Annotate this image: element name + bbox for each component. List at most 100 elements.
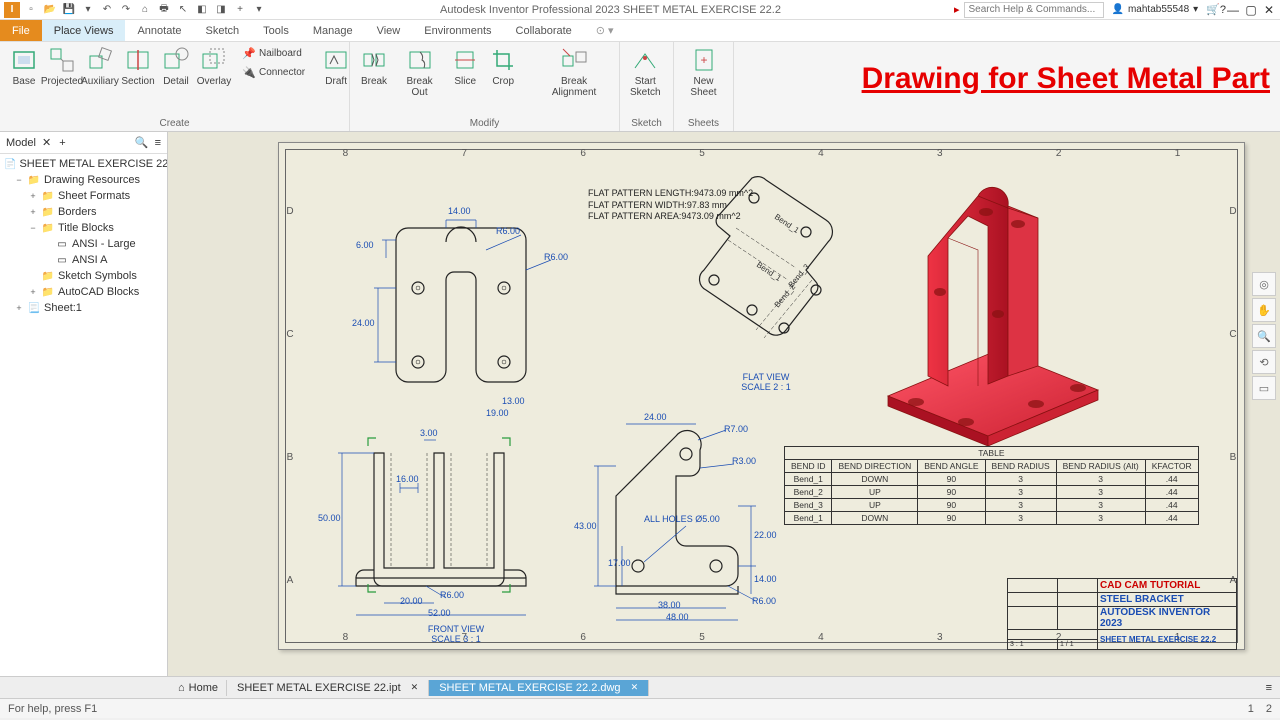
appearance-icon[interactable]: ◨ bbox=[213, 2, 229, 18]
undo-icon[interactable]: ↶ bbox=[99, 2, 115, 18]
new-sheet-button[interactable]: +New Sheet bbox=[680, 44, 727, 100]
start-sketch-button[interactable]: Start Sketch bbox=[626, 44, 665, 100]
select-icon[interactable]: ↖ bbox=[175, 2, 191, 18]
dim-24: 24.00 bbox=[352, 318, 375, 328]
tb-scale: 3 : 1 bbox=[1008, 640, 1058, 650]
tab-environments[interactable]: Environments bbox=[412, 20, 503, 41]
print-icon[interactable]: 🖶 bbox=[156, 2, 172, 18]
new-icon[interactable]: ▫ bbox=[23, 2, 39, 18]
drawing-canvas[interactable]: 87654321 87654321 DCBA DCBA FLAT PATTERN… bbox=[168, 132, 1280, 676]
tree-ansi-large[interactable]: ▭ANSI - Large bbox=[0, 236, 167, 252]
side-view[interactable]: 24.00 R7.00 R3.00 43.00 17.00 22.00 14.0… bbox=[566, 406, 796, 626]
expand-icon[interactable]: + bbox=[28, 207, 38, 217]
more-icon[interactable]: ▾ bbox=[251, 2, 267, 18]
expand-icon[interactable]: + bbox=[28, 191, 38, 201]
tree-autocad-blocks[interactable]: +📁AutoCAD Blocks bbox=[0, 284, 167, 300]
title-bar: I ▫ 📂 💾 ▾ ↶ ↷ ⌂ 🖶 ↖ ◧ ◨ + ▾ Autodesk Inv… bbox=[0, 0, 1280, 20]
lookat-icon[interactable]: ▭ bbox=[1252, 376, 1276, 400]
th-bend-radius: BEND RADIUS bbox=[985, 460, 1056, 473]
home-icon[interactable]: ⌂ bbox=[137, 2, 153, 18]
tree-sheet1[interactable]: +📃Sheet:1 bbox=[0, 300, 167, 316]
doc-tab-ipt[interactable]: SHEET METAL EXERCISE 22.ipt✕ bbox=[227, 680, 429, 696]
tb-part: STEEL BRACKET bbox=[1098, 593, 1237, 607]
tabs-menu-icon[interactable]: ≡ bbox=[1266, 682, 1272, 694]
collapse-icon[interactable]: − bbox=[14, 175, 24, 185]
document-tabs: ⌂Home SHEET METAL EXERCISE 22.ipt✕ SHEET… bbox=[0, 676, 1280, 698]
menu-icon[interactable]: ≡ bbox=[155, 137, 161, 149]
isometric-render[interactable] bbox=[868, 166, 1108, 446]
draft-view-button[interactable]: Draft bbox=[318, 44, 354, 89]
dim-22: 22.00 bbox=[754, 530, 777, 540]
tab-end[interactable]: ⊙ ▾ bbox=[584, 20, 626, 41]
tab-manage[interactable]: Manage bbox=[301, 20, 365, 41]
overlay-view-button[interactable]: Overlay bbox=[196, 44, 232, 89]
tree-root[interactable]: 📄SHEET METAL EXERCISE 22.2 bbox=[0, 156, 167, 172]
th-bend-radius-alt: BEND RADIUS (Alt) bbox=[1056, 460, 1145, 473]
plus-icon[interactable]: + bbox=[232, 2, 248, 18]
material-icon[interactable]: ◧ bbox=[194, 2, 210, 18]
expand-icon[interactable]: + bbox=[14, 303, 24, 313]
save-icon[interactable]: 💾 bbox=[61, 2, 77, 18]
pan-icon[interactable]: ✋ bbox=[1252, 298, 1276, 322]
tree-borders[interactable]: +📁Borders bbox=[0, 204, 167, 220]
tab-place-views[interactable]: Place Views bbox=[42, 20, 126, 41]
close-icon[interactable]: ✕ bbox=[411, 682, 419, 693]
tb-sheetno: 1 / 1 bbox=[1058, 640, 1098, 650]
tab-file[interactable]: File bbox=[0, 20, 42, 41]
status-help: For help, press F1 bbox=[8, 703, 97, 715]
nailboard-button[interactable]: 📌Nailboard bbox=[238, 44, 308, 62]
dim-r6c: R6.00 bbox=[440, 590, 464, 600]
flat-view[interactable]: Bend_1 Bend_1 Bend_3 Bend_2 bbox=[656, 170, 876, 390]
open-icon[interactable]: 📂 bbox=[42, 2, 58, 18]
zoom-icon[interactable]: 🔍 bbox=[1252, 324, 1276, 348]
close-button[interactable]: ✕ bbox=[1262, 3, 1276, 17]
home-tab[interactable]: ⌂Home bbox=[170, 680, 227, 696]
auxiliary-view-button[interactable]: Auxiliary bbox=[82, 44, 118, 89]
projected-view-button[interactable]: Projected bbox=[44, 44, 80, 89]
tab-tools[interactable]: Tools bbox=[251, 20, 301, 41]
tab-annotate[interactable]: Annotate bbox=[125, 20, 193, 41]
top-view[interactable]: 14.00 R6.00 R6.00 6.00 24.00 13.00 19.00 bbox=[326, 180, 556, 390]
collapse-icon[interactable]: − bbox=[28, 223, 38, 233]
th-kfactor: KFACTOR bbox=[1145, 460, 1198, 473]
bend1-label: Bend_1 bbox=[773, 212, 801, 235]
drawing-sheet: 87654321 87654321 DCBA DCBA FLAT PATTERN… bbox=[278, 142, 1245, 650]
base-view-button[interactable]: Base bbox=[6, 44, 42, 89]
minimize-button[interactable]: — bbox=[1226, 3, 1240, 17]
browser-tree[interactable]: 📄SHEET METAL EXERCISE 22.2 −📁Drawing Res… bbox=[0, 154, 167, 676]
close-icon[interactable]: ✕ bbox=[631, 682, 639, 693]
tab-sketch[interactable]: Sketch bbox=[194, 20, 252, 41]
orbit-icon[interactable]: ⟲ bbox=[1252, 350, 1276, 374]
detail-view-button[interactable]: Detail bbox=[158, 44, 194, 89]
help-search-input[interactable] bbox=[964, 2, 1104, 18]
break-alignment-button[interactable]: Break Alignment bbox=[535, 44, 613, 100]
close-icon[interactable]: ✕ bbox=[42, 136, 51, 149]
expand-icon[interactable]: + bbox=[28, 287, 38, 297]
slice-button[interactable]: Slice bbox=[447, 44, 483, 89]
add-icon[interactable]: + bbox=[59, 137, 65, 149]
tree-ansi-a[interactable]: ▭ANSI A bbox=[0, 252, 167, 268]
search-icon[interactable]: 🔍 bbox=[135, 136, 149, 149]
steering-wheel-icon[interactable]: ◎ bbox=[1252, 272, 1276, 296]
break-button[interactable]: Break bbox=[356, 44, 392, 89]
dim-14b: 14.00 bbox=[754, 574, 777, 584]
connector-button[interactable]: 🔌Connector bbox=[238, 63, 308, 81]
dropdown-icon[interactable]: ▾ bbox=[80, 2, 96, 18]
maximize-button[interactable]: ▢ bbox=[1244, 3, 1258, 17]
doc-tab-dwg[interactable]: SHEET METAL EXERCISE 22.2.dwg✕ bbox=[429, 680, 649, 696]
section-view-button[interactable]: Section bbox=[120, 44, 156, 89]
tree-sketch-symbols[interactable]: 📁Sketch Symbols bbox=[0, 268, 167, 284]
front-left-view[interactable]: 50.00 16.00 3.00 R6.00 20.00 52.00 bbox=[316, 418, 566, 628]
crop-button[interactable]: Crop bbox=[485, 44, 521, 89]
user-account[interactable]: 👤 mahtab55548 ▾ bbox=[1112, 4, 1199, 15]
svg-text:Bend_2: Bend_2 bbox=[773, 282, 798, 309]
tab-collaborate[interactable]: Collaborate bbox=[504, 20, 584, 41]
tab-view[interactable]: View bbox=[365, 20, 413, 41]
tree-drawing-resources[interactable]: −📁Drawing Resources bbox=[0, 172, 167, 188]
tree-sheet-formats[interactable]: +📁Sheet Formats bbox=[0, 188, 167, 204]
breakout-button[interactable]: Break Out bbox=[394, 44, 445, 100]
tree-title-blocks[interactable]: −📁Title Blocks bbox=[0, 220, 167, 236]
redo-icon[interactable]: ↷ bbox=[118, 2, 134, 18]
cart-icon[interactable]: 🛒 bbox=[1206, 3, 1220, 16]
dim-holes: ALL HOLES Ø5.00 bbox=[644, 514, 720, 524]
